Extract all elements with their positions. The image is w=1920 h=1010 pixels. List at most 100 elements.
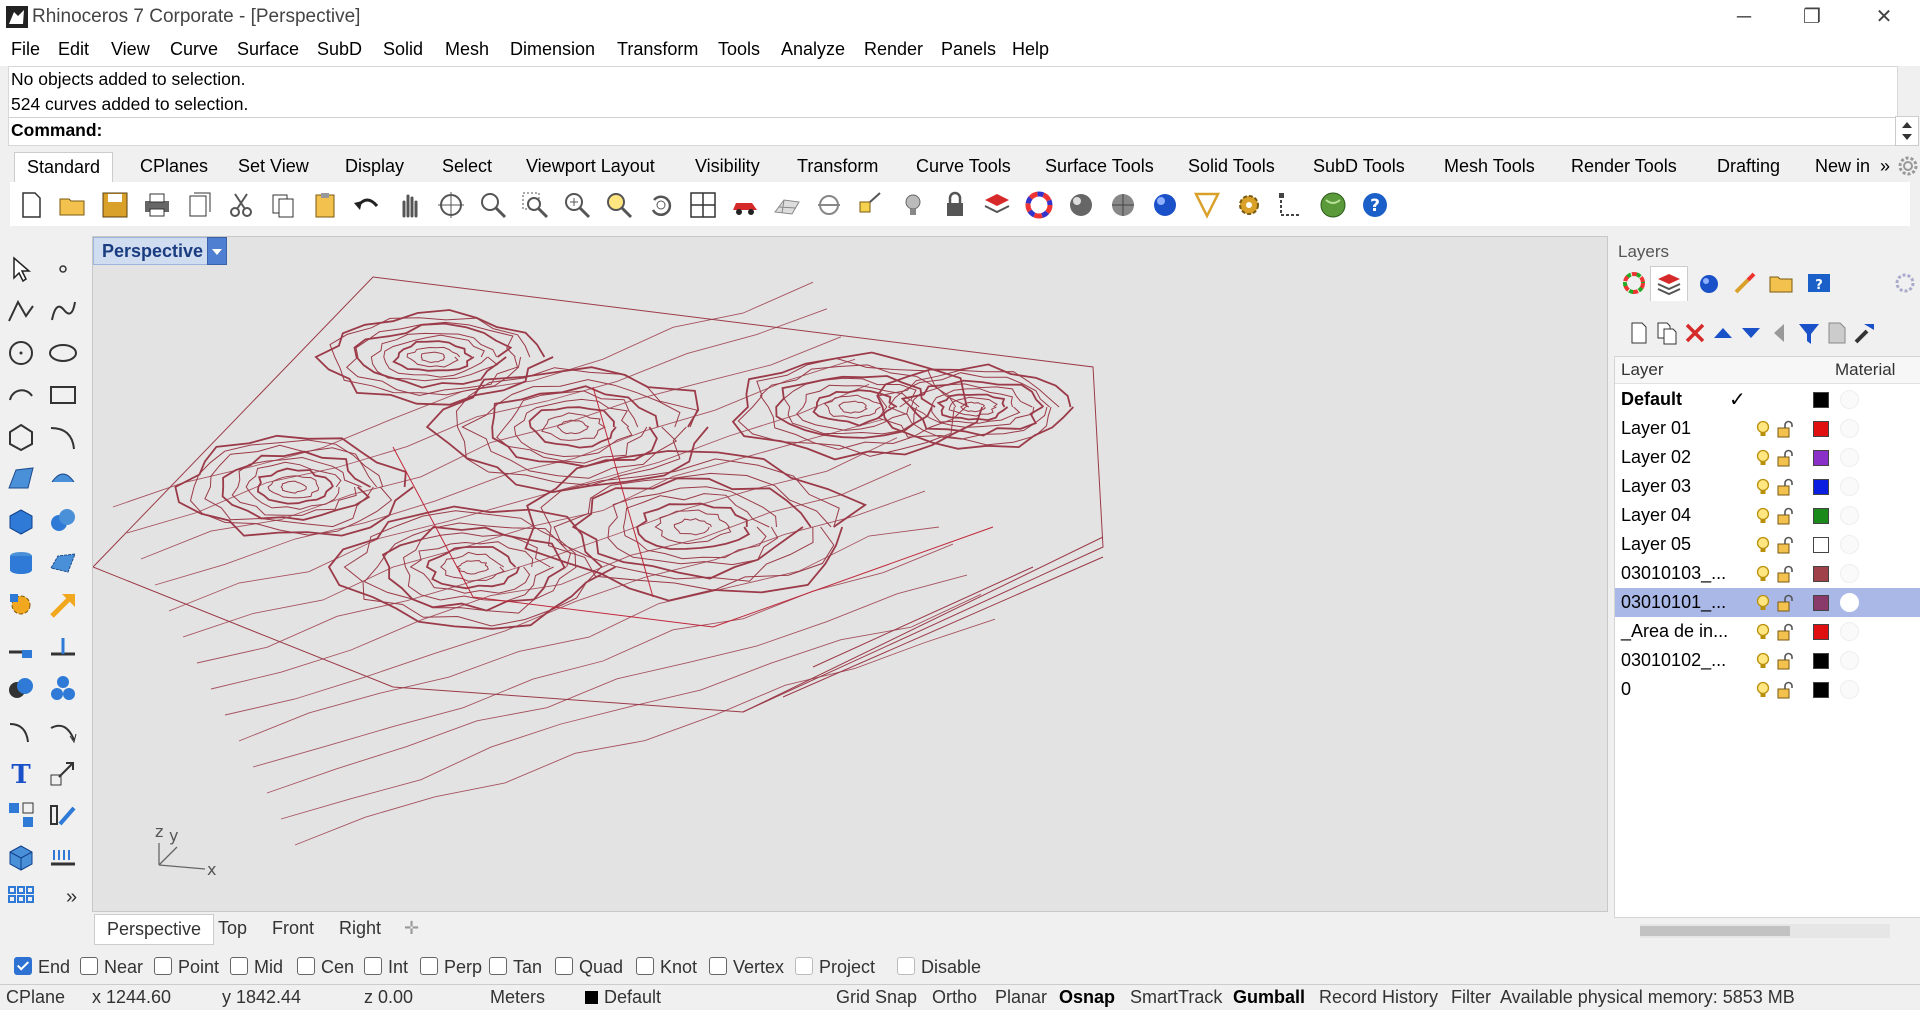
new-layer-icon[interactable]: [1626, 320, 1652, 346]
ellipse-icon[interactable]: [48, 338, 78, 368]
viewport-menu-button[interactable]: [207, 237, 227, 265]
material-swatch[interactable]: [1840, 477, 1859, 496]
unlock-icon[interactable]: [1777, 594, 1793, 612]
layer-color-swatch[interactable]: [1813, 537, 1829, 553]
layer-color-swatch[interactable]: [1813, 682, 1829, 698]
filter-icon[interactable]: [1796, 320, 1822, 346]
layer-row[interactable]: Layer 05: [1615, 530, 1920, 559]
hide-grid-icon[interactable]: [772, 190, 802, 220]
layer-name[interactable]: _Area de in...: [1621, 621, 1728, 642]
layer-color-swatch[interactable]: [1813, 450, 1829, 466]
restore-button[interactable]: ❐: [1778, 0, 1846, 34]
layer-row[interactable]: Layer 02: [1615, 443, 1920, 472]
menu-subd[interactable]: SubD: [317, 39, 362, 60]
viewport-title[interactable]: Perspective: [93, 237, 213, 265]
circle-icon[interactable]: [6, 338, 36, 368]
visibility-bulb-icon[interactable]: [1755, 507, 1771, 525]
material-column-header[interactable]: Material: [1835, 360, 1895, 380]
tab-viewport-layout[interactable]: Viewport Layout: [526, 156, 655, 177]
unlock-icon[interactable]: [1777, 681, 1793, 699]
rotate-icon[interactable]: [646, 190, 676, 220]
mesh-box-icon[interactable]: [6, 842, 36, 872]
osnap-near[interactable]: Near: [80, 957, 143, 978]
layer-color-swatch[interactable]: [1813, 508, 1829, 524]
layer-row[interactable]: _Area de in...: [1615, 617, 1920, 646]
layer-color-swatch[interactable]: [1813, 479, 1829, 495]
visibility-bulb-icon[interactable]: [1755, 652, 1771, 670]
tab-right[interactable]: Right: [339, 918, 381, 939]
open-file-icon[interactable]: [58, 190, 88, 220]
terrain-contour-curves[interactable]: [93, 267, 1607, 907]
tab-set-view[interactable]: Set View: [238, 156, 309, 177]
menu-edit[interactable]: Edit: [58, 39, 89, 60]
shade-sphere-icon[interactable]: [1066, 190, 1096, 220]
color-wheel-icon[interactable]: [1621, 270, 1647, 296]
grid-array-icon[interactable]: [6, 884, 36, 914]
rotate-view-icon[interactable]: [436, 190, 466, 220]
new-file-icon[interactable]: [16, 190, 46, 220]
osnap-perp[interactable]: Perp: [420, 957, 482, 978]
array-icon[interactable]: [6, 800, 36, 830]
unlock-icon[interactable]: [1777, 623, 1793, 641]
cplane-label[interactable]: CPlane: [6, 987, 65, 1008]
box-solid-icon[interactable]: [6, 506, 36, 536]
tab-surface-tools[interactable]: Surface Tools: [1045, 156, 1154, 177]
spheres-icon[interactable]: [48, 506, 78, 536]
material-swatch[interactable]: [1840, 448, 1859, 467]
menu-transform[interactable]: Transform: [617, 39, 698, 60]
tab-drafting[interactable]: Drafting: [1717, 156, 1780, 177]
layer-row[interactable]: 03010103_...: [1615, 559, 1920, 588]
zoom-window-icon[interactable]: [520, 190, 550, 220]
tab-front[interactable]: Front: [272, 918, 314, 939]
named-cplane-icon[interactable]: [814, 190, 844, 220]
layer-row[interactable]: Layer 03: [1615, 472, 1920, 501]
unlock-icon[interactable]: [1777, 536, 1793, 554]
zoom-icon[interactable]: [478, 190, 508, 220]
fillet-icon[interactable]: [6, 716, 36, 746]
select-arrow-icon[interactable]: [6, 254, 36, 284]
move-up-icon[interactable]: [1710, 320, 1736, 346]
osnap-vertex[interactable]: Vertex: [709, 957, 784, 978]
layers-tab[interactable]: [1650, 266, 1688, 301]
gear-icon[interactable]: [1892, 270, 1918, 296]
planar-toggle[interactable]: Planar: [995, 987, 1047, 1008]
material-swatch[interactable]: [1840, 680, 1859, 699]
layer-name[interactable]: Layer 02: [1621, 447, 1691, 468]
tools-icon[interactable]: [1852, 320, 1878, 346]
import-icon[interactable]: [184, 190, 214, 220]
layer-icon[interactable]: [982, 190, 1012, 220]
save-icon[interactable]: [100, 190, 130, 220]
osnap-disable[interactable]: Disable: [897, 957, 981, 978]
four-viewports-icon[interactable]: [688, 190, 718, 220]
close-button[interactable]: ✕: [1850, 0, 1918, 34]
menu-surface[interactable]: Surface: [237, 39, 299, 60]
cylinder-icon[interactable]: [6, 548, 36, 578]
tab-select[interactable]: Select: [442, 156, 492, 177]
visibility-bulb-icon[interactable]: [1755, 478, 1771, 496]
material-swatch[interactable]: [1840, 506, 1859, 525]
curve-icon[interactable]: [48, 296, 78, 326]
boolean-split-icon[interactable]: [48, 674, 78, 704]
tab-new-in[interactable]: New in: [1815, 156, 1870, 177]
tabs-overflow-button[interactable]: »: [1880, 156, 1890, 177]
menu-solid[interactable]: Solid: [383, 39, 423, 60]
layer-name[interactable]: Layer 04: [1621, 505, 1691, 526]
material-swatch[interactable]: [1840, 564, 1859, 583]
scale-tool-icon[interactable]: [48, 758, 78, 788]
menu-mesh[interactable]: Mesh: [445, 39, 489, 60]
arc-icon[interactable]: [6, 380, 36, 410]
menu-dimension[interactable]: Dimension: [510, 39, 595, 60]
ortho-toggle[interactable]: Ortho: [932, 987, 977, 1008]
osnap-cen[interactable]: Cen: [297, 957, 354, 978]
visibility-bulb-icon[interactable]: [1755, 449, 1771, 467]
material-swatch[interactable]: [1840, 390, 1859, 409]
zoom-extents-icon[interactable]: [562, 190, 592, 220]
tab-cplanes[interactable]: CPlanes: [140, 156, 208, 177]
render-icon[interactable]: [1696, 270, 1722, 296]
visibility-bulb-icon[interactable]: [1755, 565, 1771, 583]
material-swatch[interactable]: [1840, 651, 1859, 670]
osnap-knot[interactable]: Knot: [636, 957, 697, 978]
smarttrack-toggle[interactable]: SmartTrack: [1130, 987, 1222, 1008]
layer-color-swatch[interactable]: [1813, 624, 1829, 640]
grid-snap-toggle[interactable]: Grid Snap: [836, 987, 917, 1008]
